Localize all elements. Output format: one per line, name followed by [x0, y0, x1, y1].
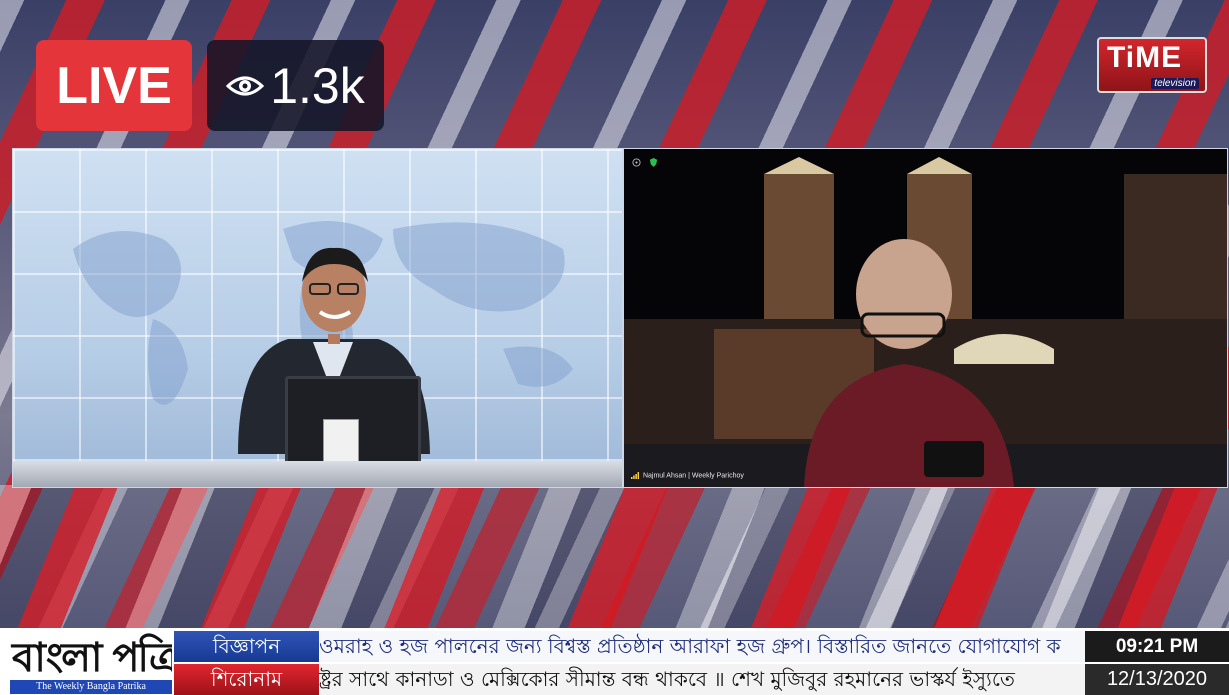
clock-date: 12/13/2020 — [1085, 664, 1229, 695]
eye-icon — [226, 76, 265, 95]
viewer-count: 1.3k — [270, 57, 365, 114]
headline-ticker-text: ষ্ট্রর সাথে কানাডা ও মেক্সিকোর সীমান্ত ব… — [319, 664, 1085, 695]
caller-name-label: Najmul Ahsan | Weekly Parichoy — [631, 471, 744, 479]
live-badge: LIVE — [36, 40, 192, 131]
channel-logo-subtext: television — [1151, 78, 1199, 89]
channel-logo: TiME television — [1097, 37, 1207, 93]
newspaper-name-english: The Weekly Bangla Patrika — [10, 680, 172, 694]
headline-label: শিরোনাম — [174, 664, 319, 695]
news-ticker: বাংলা পত্রিকা The Weekly Bangla Patrika … — [0, 628, 1229, 695]
call-controls — [632, 158, 658, 167]
newspaper-logo: বাংলা পত্রিকা The Weekly Bangla Patrika — [10, 630, 172, 694]
ad-label: বিজ্ঞাপন — [174, 631, 319, 662]
news-desk — [13, 461, 622, 487]
remote-guest-video-pane: Najmul Ahsan | Weekly Parichoy — [623, 148, 1228, 488]
info-icon[interactable] — [632, 158, 641, 167]
viewer-count-badge: 1.3k — [207, 40, 384, 131]
ad-ticker-text: ওমরাহ ও হজ পালনের জন্য বিশ্বস্ত প্রতিষ্ঠ… — [319, 631, 1085, 662]
caller-name-text: Najmul Ahsan | Weekly Parichoy — [642, 472, 744, 479]
city-night-backdrop — [624, 149, 1227, 487]
signal-strength-icon — [631, 471, 639, 479]
clock-time: 09:21 PM — [1085, 631, 1229, 662]
anchor-video-pane — [12, 148, 623, 488]
channel-logo-text: TiME — [1107, 41, 1183, 74]
studio-background-band — [0, 485, 1229, 630]
shield-icon — [649, 158, 658, 167]
